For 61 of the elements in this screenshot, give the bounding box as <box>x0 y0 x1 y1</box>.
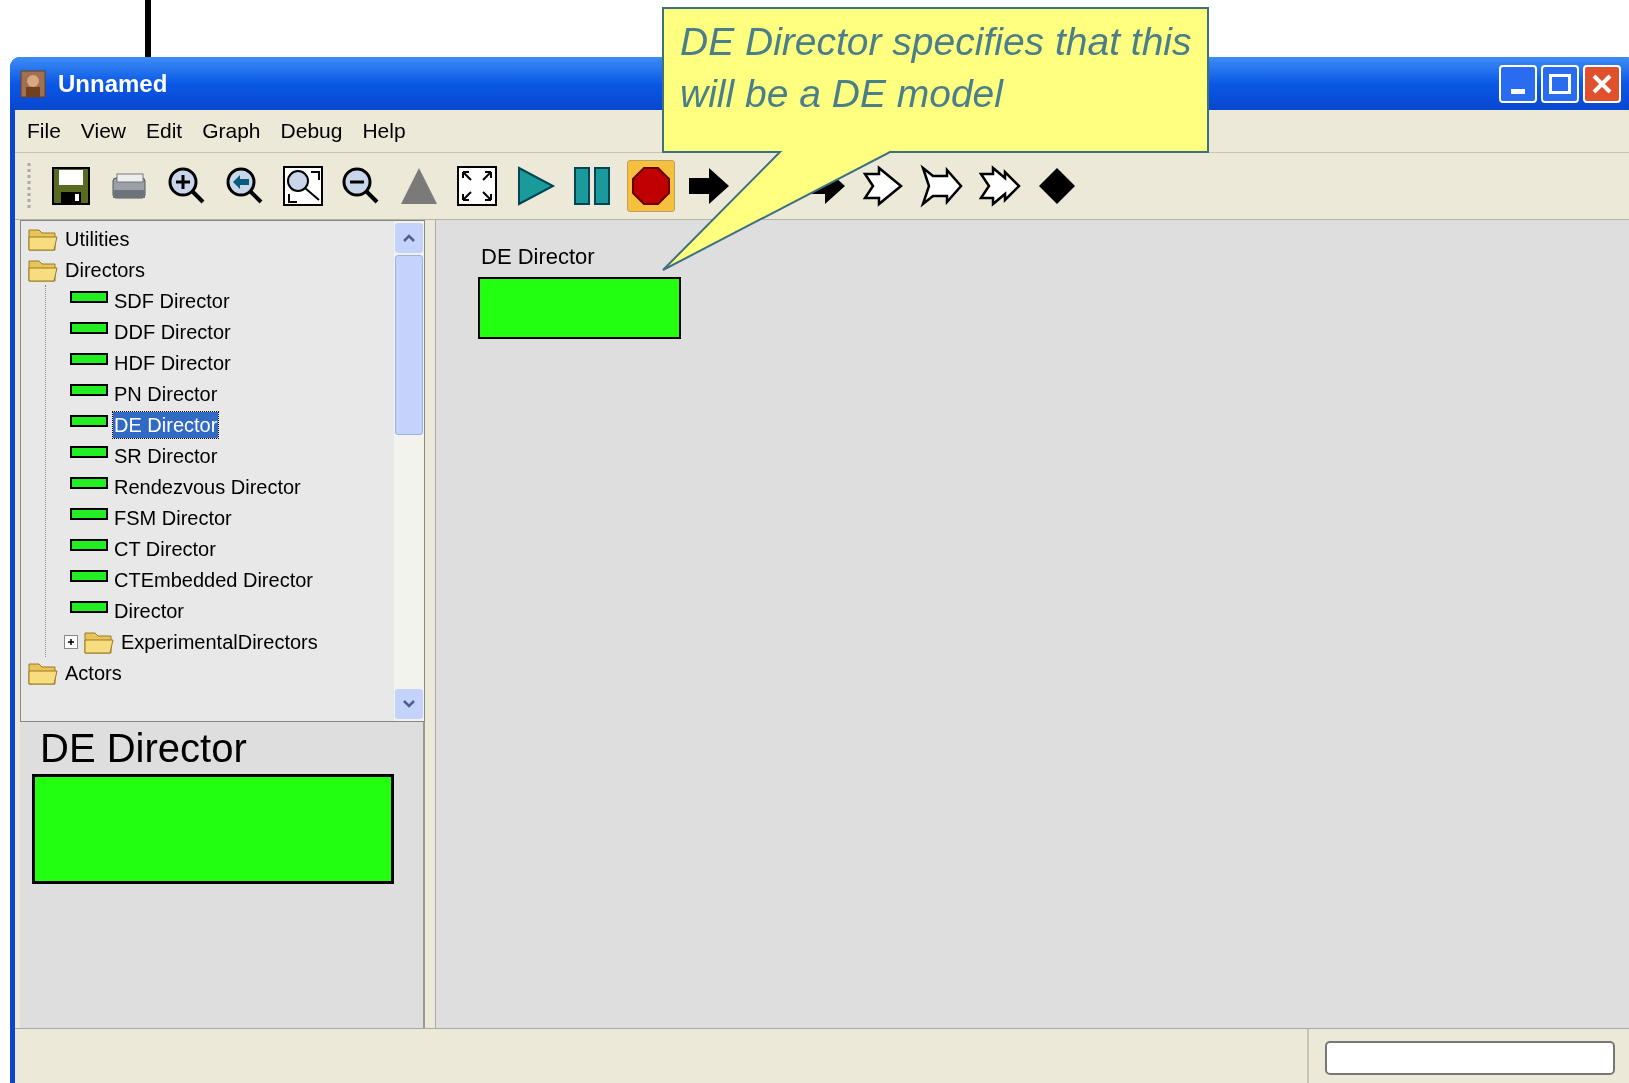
callout-text: DE Director specifies that this will be a DE model <box>680 19 1193 117</box>
scroll-thumb[interactable] <box>395 255 423 435</box>
maximize-icon <box>1549 73 1571 94</box>
outline-arrow-icon <box>861 164 905 208</box>
save-icon <box>49 164 93 208</box>
menu-item[interactable]: Help <box>358 115 410 147</box>
zoom-fit-icon <box>281 164 325 208</box>
minimize-button[interactable] <box>1499 64 1537 103</box>
close-icon <box>1591 72 1613 95</box>
menu-item[interactable]: Graph <box>198 115 265 147</box>
outline-arrow-icon <box>919 164 963 208</box>
tree-item[interactable]: SR Director <box>113 442 219 469</box>
stop-icon <box>629 164 673 208</box>
tree-item[interactable]: SDF Director <box>113 287 231 314</box>
window-title: Unnamed <box>58 68 168 99</box>
block-icon <box>70 352 108 365</box>
scroll-down-button[interactable] <box>395 689 423 719</box>
tree-item[interactable]: PN Director <box>113 380 219 407</box>
block-icon <box>70 321 108 334</box>
block-icon <box>70 383 108 396</box>
tree-item[interactable]: DDF Director <box>113 318 232 345</box>
app-icon <box>20 69 46 98</box>
tree-item[interactable]: Rendezvous Director <box>113 473 302 500</box>
plus-icon <box>66 636 76 647</box>
preview-label: DE Director <box>40 726 248 770</box>
entity-label: DE Director <box>481 243 596 271</box>
menu-item[interactable]: Debug <box>276 115 347 147</box>
block-icon <box>70 445 108 458</box>
up-chevron-icon <box>402 233 416 243</box>
close-button[interactable] <box>1583 64 1621 103</box>
tree-item[interactable]: CTEmbedded Director <box>113 566 314 593</box>
director-block[interactable] <box>478 277 681 339</box>
menu-item[interactable]: View <box>76 115 130 147</box>
tree-item[interactable]: DE Director <box>113 411 219 438</box>
block-icon <box>70 600 108 613</box>
menu-item[interactable]: Edit <box>142 115 187 147</box>
tree-folder[interactable]: Actors <box>64 659 123 686</box>
tree-folder[interactable]: Directors <box>64 256 146 283</box>
tree-folder[interactable]: ExperimentalDirectors <box>120 628 319 655</box>
toolbar-grip <box>27 161 31 211</box>
block-icon <box>70 507 108 520</box>
block-icon <box>70 538 108 551</box>
menu-item[interactable]: File <box>23 115 65 147</box>
outline-arrow-icon <box>977 164 1021 208</box>
maximize-button[interactable] <box>1541 64 1579 103</box>
tree-item[interactable]: CT Director <box>113 535 217 562</box>
expand-toggle[interactable] <box>64 634 78 649</box>
block-icon <box>70 290 108 303</box>
minimize-icon <box>1511 88 1525 94</box>
scroll-up-button[interactable] <box>395 223 423 253</box>
fullscreen-icon <box>455 164 499 208</box>
scrollbar[interactable] <box>394 221 424 721</box>
tree-item[interactable]: HDF Director <box>113 349 232 376</box>
tree-item[interactable]: Director <box>113 597 185 624</box>
block-icon <box>70 414 108 427</box>
block-icon <box>70 476 108 489</box>
tree-folder[interactable]: Utilities <box>64 225 131 252</box>
tree-item[interactable]: FSM Director <box>113 504 233 531</box>
toolbar-button[interactable] <box>627 160 675 212</box>
block-icon <box>70 569 108 582</box>
down-chevron-icon <box>402 699 416 709</box>
